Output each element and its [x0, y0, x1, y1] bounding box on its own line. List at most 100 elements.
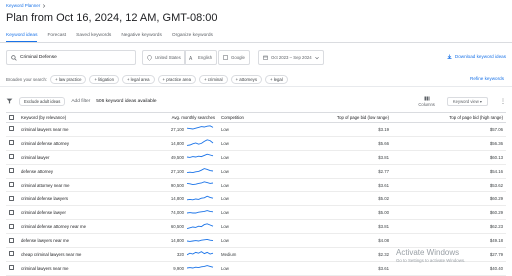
chevron-right-icon — [43, 3, 46, 8]
tab-saved-keywords[interactable]: Saved keywords — [76, 33, 111, 42]
table-row[interactable]: criminal defense attorney 14,800 Low $5.66 $… — [6, 136, 506, 151]
keyword-cell: criminal defense attorney near me — [18, 219, 148, 235]
header-avg-searches[interactable]: Avg. monthly searches — [148, 112, 218, 123]
broaden-chip[interactable]: + litigation — [89, 75, 119, 84]
searches-value: 49,500 — [170, 154, 184, 160]
refine-keywords-button[interactable]: Refine keywords — [470, 76, 504, 81]
download-keyword-ideas-button[interactable]: Download keyword ideas — [447, 54, 506, 59]
header-bid-high[interactable]: Top of page bid (high range) — [392, 112, 506, 123]
table-row[interactable]: defense lawyers near me 14,800 Low $4.08 $49… — [6, 233, 506, 249]
bid-low-cell: $5.66 — [278, 136, 392, 151]
searches-cell: 14,800 — [148, 136, 218, 151]
searches-cell: 27,100 — [148, 164, 218, 179]
language-value: English — [198, 55, 213, 60]
table-row[interactable]: criminal defense lawyer 74,000 Low $5.00 $60… — [6, 205, 506, 221]
more-options-icon[interactable]: ⋮ — [500, 98, 506, 105]
bid-low-cell: $3.81 — [278, 150, 392, 165]
keyword-cell: criminal defense lawyer — [18, 205, 148, 221]
row-checkbox[interactable] — [9, 251, 14, 257]
network-filter[interactable]: Google — [218, 50, 250, 65]
broaden-chip[interactable]: + attorneys — [230, 75, 262, 84]
broaden-chip[interactable]: + law practice — [50, 75, 87, 84]
bid-high-cell: $49.18 — [392, 233, 506, 249]
breadcrumb-link[interactable]: Keyword Planner — [6, 3, 40, 8]
row-checkbox[interactable] — [9, 168, 14, 174]
bid-high-cell: $57.06 — [392, 122, 506, 137]
bid-high-cell: $60.13 — [392, 150, 506, 165]
header-bid-low[interactable]: Top of page bid (low range) — [278, 112, 392, 123]
watermark-subtitle: Go to Settings to activate Windows. — [396, 258, 466, 263]
broaden-chip[interactable]: + practice area — [157, 75, 197, 84]
translate-icon: A — [189, 55, 193, 60]
tab-forecast[interactable]: Forecast — [47, 33, 66, 42]
broaden-search-bar: Broaden your search: + law practice + li… — [6, 75, 288, 84]
row-checkbox[interactable] — [9, 195, 14, 201]
broaden-chip-label: litigation — [98, 77, 114, 82]
trend-sparkline — [187, 168, 214, 174]
table-row[interactable]: defense attorney 27,100 Low $2.77 $54.16 — [6, 164, 506, 179]
searches-value: 14,800 — [170, 196, 184, 202]
keyword-cell: criminal lawyer — [18, 150, 148, 165]
date-range-filter[interactable]: Oct 2023 – Sep 2024 — [258, 50, 324, 65]
competition-cell: Low — [218, 122, 278, 137]
tab-organize-keywords[interactable]: Organize keywords — [172, 33, 213, 42]
location-filter[interactable]: United States — [142, 50, 186, 65]
table-row[interactable]: criminal lawyers near me 27,100 Low $3.19 $5… — [6, 122, 506, 137]
row-checkbox[interactable] — [9, 237, 14, 243]
bid-high-cell: $62.23 — [392, 219, 506, 235]
tab-keyword-ideas[interactable]: Keyword ideas — [6, 33, 38, 42]
row-checkbox[interactable] — [9, 209, 14, 215]
download-label: Download keyword ideas — [454, 54, 506, 59]
searches-value: 27,100 — [170, 168, 184, 174]
select-all-checkbox[interactable] — [9, 114, 14, 120]
keyword-cell: defense attorney — [18, 164, 148, 179]
table-row[interactable]: criminal lawyer 49,500 Low $3.81 $60.13 — [6, 150, 506, 165]
tab-negative-keywords[interactable]: Negative keywords — [121, 33, 162, 42]
location-value: United States — [155, 55, 181, 60]
columns-button[interactable]: Columns — [418, 96, 435, 107]
bid-high-cell: $40.40 — [392, 261, 506, 276]
searches-value: 14,800 — [170, 238, 184, 244]
watermark-title: Activate Windows — [396, 248, 460, 257]
add-filter-button[interactable]: Add filter — [71, 99, 90, 104]
header-keyword[interactable]: Keyword (by relevance) — [18, 112, 148, 123]
breadcrumb[interactable]: Keyword Planner — [6, 3, 46, 8]
keyword-view-select[interactable]: Keyword view ▾ — [446, 96, 488, 106]
broaden-chip-label: practice area — [166, 77, 192, 82]
header-competition[interactable]: Competition — [218, 112, 278, 123]
searches-value: 9,900 — [173, 265, 184, 271]
broaden-chip[interactable]: + legal — [264, 75, 288, 84]
row-checkbox[interactable] — [9, 265, 14, 271]
searches-value: 320 — [176, 251, 184, 257]
results-toolbar: Exclude adult ideas Add filter 506 keywo… — [6, 93, 506, 109]
language-filter[interactable]: A English — [184, 50, 218, 65]
searches-value: 60,500 — [170, 224, 184, 230]
exclude-adult-chip[interactable]: Exclude adult ideas — [19, 96, 66, 106]
broaden-chip[interactable]: + legal area — [121, 75, 155, 84]
searches-value: 74,000 — [170, 210, 184, 216]
row-checkbox[interactable] — [9, 223, 14, 229]
keyword-cell: criminal defense lawyers — [18, 191, 148, 207]
broaden-chip[interactable]: + criminal — [199, 75, 228, 84]
row-checkbox[interactable] — [9, 182, 14, 187]
search-value: Criminal Defense — [20, 55, 57, 60]
table-row[interactable]: criminal attorney near me 90,500 Low $3.61 $… — [6, 178, 506, 193]
table-row[interactable]: criminal defense attorney near me 60,500 L… — [6, 219, 506, 235]
row-checkbox[interactable] — [9, 154, 14, 160]
row-checkbox[interactable] — [9, 126, 14, 132]
search-input[interactable]: Criminal Defense — [6, 50, 136, 65]
row-checkbox[interactable] — [9, 140, 14, 146]
searches-value: 90,500 — [170, 182, 184, 188]
keyword-cell: criminal attorney near me — [18, 178, 148, 193]
table-row[interactable]: criminal lawyers near me 9,900 Low $3.61 $40… — [6, 261, 506, 276]
filter-icon[interactable] — [6, 98, 13, 104]
section-divider — [0, 86, 512, 87]
table-row[interactable]: criminal defense lawyers 14,800 Low $5.02 $6… — [6, 191, 506, 207]
page-title: Plan from Oct 16, 2024, 12 AM, GMT-08:00 — [6, 12, 218, 24]
broaden-chip-label: attorneys — [239, 77, 257, 82]
competition-cell: Low — [218, 219, 278, 235]
bid-high-cell: $54.16 — [392, 164, 506, 179]
bid-high-cell: $53.62 — [392, 178, 506, 193]
ideas-count: 506 keyword ideas available — [96, 98, 157, 104]
tab-bar: Keyword ideas Forecast Saved keywords Ne… — [6, 33, 213, 42]
